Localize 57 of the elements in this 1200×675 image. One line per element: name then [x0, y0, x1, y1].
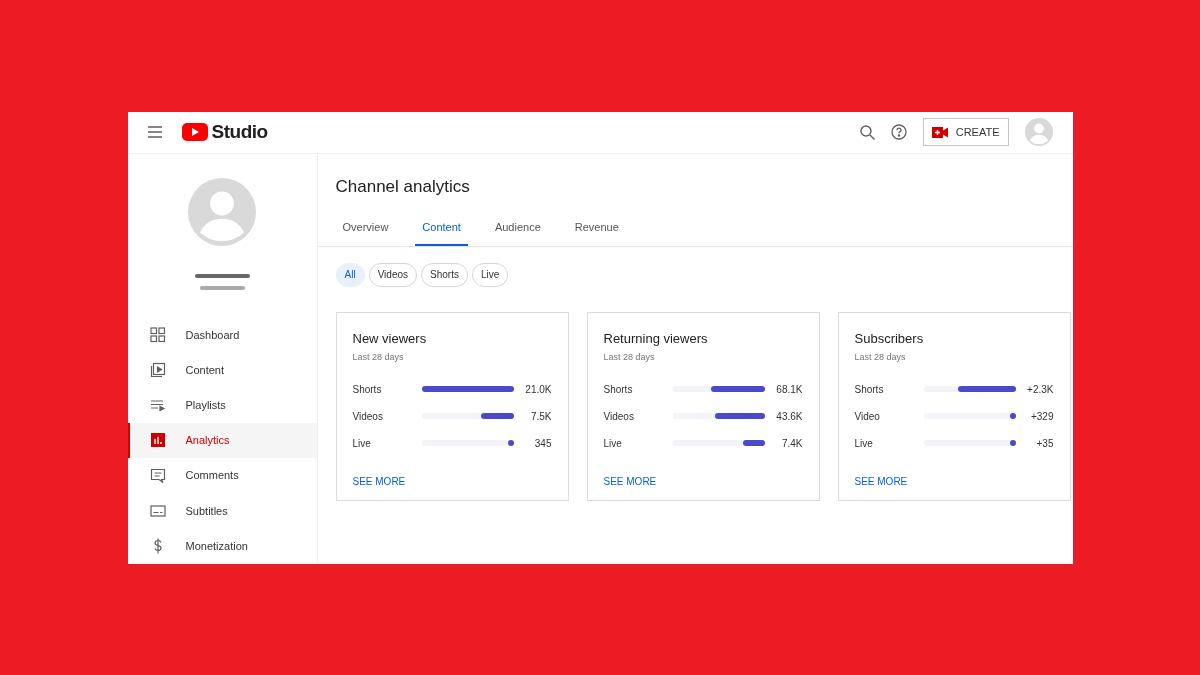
tab[interactable]: Audience	[487, 215, 548, 246]
row-value: 7.5K	[529, 409, 552, 424]
row-value: 345	[533, 436, 552, 451]
card-period: Last 28 days	[854, 351, 907, 364]
account-avatar	[1024, 118, 1053, 146]
menu-icon[interactable]	[147, 126, 162, 138]
see-more-link[interactable]: SEE MORE	[352, 473, 406, 489]
see-more-link[interactable]: SEE MORE	[603, 473, 657, 489]
card-title: New viewers	[352, 329, 428, 348]
tab[interactable]: Content	[415, 215, 468, 246]
sidebar-item[interactable]: Comments	[127, 458, 317, 494]
card-period: Last 28 days	[603, 351, 656, 364]
row-label: Videos	[352, 409, 384, 424]
row-label: Shorts	[352, 382, 383, 397]
tab[interactable]: Revenue	[567, 215, 626, 246]
playlist-icon	[149, 397, 166, 414]
subtitles-icon	[149, 502, 166, 519]
row-value: 7.4K	[780, 436, 803, 451]
row-value: +329	[1029, 409, 1054, 424]
sidebar-item[interactable]: Playlists	[127, 387, 317, 423]
video-camera-icon	[931, 126, 948, 138]
play-logo-icon	[181, 123, 208, 141]
row-label: Shorts	[603, 382, 634, 397]
row-label: Videos	[603, 409, 635, 424]
bar-chart-icon	[149, 432, 166, 449]
row-label: Live	[854, 436, 874, 451]
card-title: Returning viewers	[603, 329, 709, 348]
sidebar-item[interactable]: Content	[127, 352, 317, 388]
row-label: Video	[854, 409, 881, 424]
placeholder-line	[194, 273, 250, 278]
tab[interactable]: Overview	[335, 215, 396, 246]
row-value: 68.1K	[775, 382, 803, 397]
card-title: Subscribers	[854, 329, 925, 348]
sidebar-item[interactable]: Analytics	[127, 422, 317, 459]
sidebar-item[interactable]: Monetization	[127, 528, 317, 564]
row-label: Live	[603, 436, 623, 451]
see-more-link[interactable]: SEE MORE	[854, 473, 908, 489]
row-value: 21.0K	[524, 382, 552, 397]
video-library-icon	[149, 362, 166, 379]
sidebar-item[interactable]: Subtitles	[127, 493, 317, 529]
comment-icon	[149, 467, 166, 484]
filter-chip[interactable]: All	[335, 262, 365, 287]
row-value: 43.6K	[775, 409, 803, 424]
row-value: +2.3K	[1026, 382, 1054, 397]
create-button[interactable]: CREATE	[922, 118, 1009, 146]
sidebar-item[interactable]: Dashboard	[127, 317, 317, 353]
card-period: Last 28 days	[352, 351, 405, 364]
row-label: Shorts	[854, 382, 885, 397]
row-value: +35	[1035, 436, 1054, 451]
logo-text: Studio	[211, 119, 268, 144]
search-icon[interactable]	[859, 124, 875, 140]
page-title: Channel analytics	[335, 175, 471, 198]
help-icon[interactable]	[890, 124, 907, 140]
grid-icon	[149, 327, 166, 344]
channel-avatar	[188, 177, 256, 246]
placeholder-line	[199, 285, 245, 290]
row-label: Live	[352, 436, 372, 451]
